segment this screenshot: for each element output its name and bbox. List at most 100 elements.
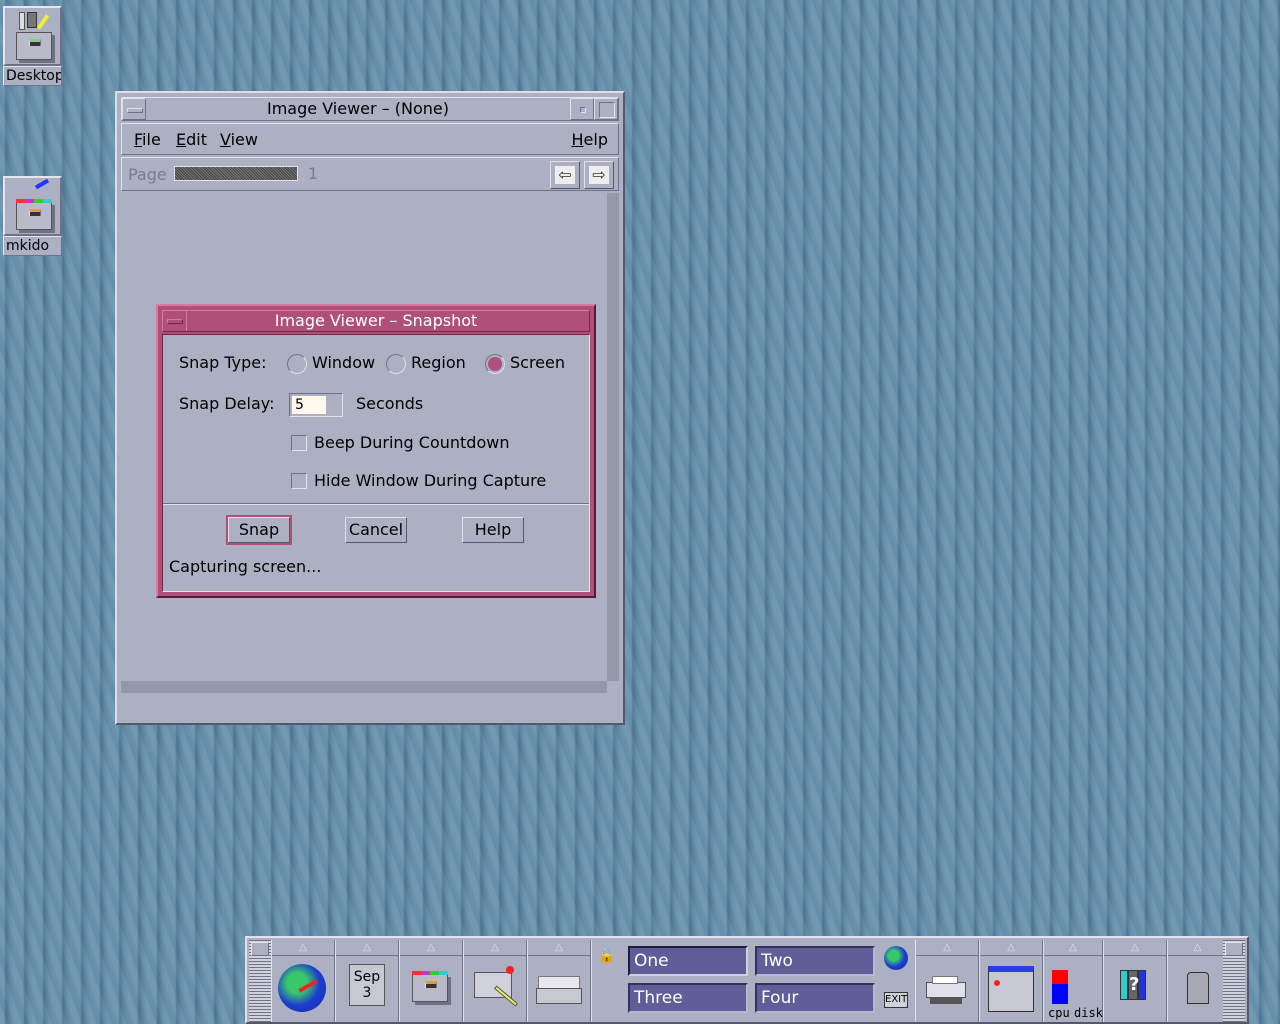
panel-slot-mail: △ <box>527 940 591 1022</box>
separator <box>163 503 589 505</box>
menu-edit[interactable]: Edit <box>176 130 207 149</box>
next-page-button[interactable]: ⇨ <box>584 161 614 189</box>
page-label: Page <box>128 165 167 184</box>
radio-window-label[interactable]: Window <box>312 353 375 372</box>
menu-file[interactable]: File <box>134 130 161 149</box>
subpanel-arrow-icon[interactable]: △ <box>980 940 1042 956</box>
workspace-one-button[interactable]: One <box>628 946 748 976</box>
panel-slot-help: △ ? <box>1103 940 1167 1022</box>
beep-checkbox[interactable] <box>291 435 307 451</box>
panel-drag-handle-right[interactable] <box>1223 940 1245 1022</box>
workspace-switch: 🔒 One Two Three Four EXIT <box>591 940 941 1022</box>
calendar-month: Sep <box>353 969 381 985</box>
folder-icon <box>3 176 62 236</box>
vertical-scrollbar[interactable] <box>607 193 619 681</box>
dialog-title: Image Viewer – Snapshot <box>274 311 478 330</box>
text-editor-icon[interactable] <box>470 964 520 1014</box>
panel-slot-style-manager: △ <box>979 940 1043 1022</box>
page-toolbar: Page 1 ⇦ ⇨ <box>121 157 619 191</box>
menu-help[interactable]: Help <box>572 130 608 149</box>
workspace-two-button[interactable]: Two <box>755 946 875 976</box>
desktop-icon-desktop[interactable]: Desktop <box>3 6 62 86</box>
window-menu-button[interactable] <box>163 311 187 331</box>
arrow-left-icon: ⇦ <box>555 166 575 184</box>
snap-delay-label: Snap Delay: <box>179 394 275 413</box>
clock-globe-icon[interactable] <box>278 964 328 1014</box>
panel-menu-button[interactable] <box>251 942 269 956</box>
dialog-title-bar[interactable]: Image Viewer – Snapshot <box>162 310 590 332</box>
file-manager-icon[interactable] <box>406 964 456 1014</box>
radio-region[interactable] <box>386 354 406 374</box>
desktop-icon-label: mkido <box>3 236 62 256</box>
horizontal-scrollbar[interactable] <box>121 681 607 693</box>
maximize-button[interactable] <box>594 98 618 120</box>
snap-delay-combo[interactable]: ▽ <box>289 393 343 417</box>
panel-drag-handle[interactable] <box>249 940 271 1022</box>
panel-slot-performance-meter: △ cpu disk <box>1043 940 1103 1022</box>
hide-window-checkbox-label[interactable]: Hide Window During Capture <box>314 471 546 490</box>
menu-view[interactable]: View <box>220 130 258 149</box>
workspace-three-button[interactable]: Three <box>628 983 748 1013</box>
subpanel-arrow-icon[interactable]: △ <box>528 940 590 956</box>
window-menu-button[interactable] <box>122 98 146 120</box>
status-message: Capturing screen... <box>169 557 322 576</box>
minimize-button[interactable] <box>570 98 594 120</box>
help-button[interactable]: Help <box>462 517 524 543</box>
cpu-meter-bar <box>1052 970 1068 984</box>
style-manager-icon[interactable] <box>986 964 1036 1014</box>
status-area <box>121 695 619 719</box>
desktop-icon-mkido[interactable]: mkido <box>3 176 62 256</box>
mail-icon[interactable] <box>534 964 584 1014</box>
page-number: 1 <box>308 164 319 183</box>
menu-bar: File Edit View Help <box>121 123 619 155</box>
panel-slot-clock: △ <box>271 940 335 1022</box>
workspace-four-button[interactable]: Four <box>755 983 875 1013</box>
radio-screen-label[interactable]: Screen <box>510 353 565 372</box>
desktop-icon-label: Desktop <box>3 66 62 86</box>
window-title: Image Viewer – (None) <box>267 99 449 118</box>
previous-page-button[interactable]: ⇦ <box>550 161 580 189</box>
subpanel-arrow-icon[interactable]: △ <box>464 940 526 956</box>
radio-window[interactable] <box>287 354 307 374</box>
busy-globe-icon <box>884 946 908 970</box>
snap-button[interactable]: Snap <box>226 515 292 545</box>
panel-minimize-button[interactable] <box>1225 942 1243 956</box>
title-bar[interactable]: Image Viewer – (None) <box>121 97 619 121</box>
disk-meter-bar <box>1052 984 1068 1004</box>
panel-slot-printer: △ <box>915 940 979 1022</box>
panel-slot-text-editor: △ <box>463 940 527 1022</box>
cpu-label: cpu <box>1048 1006 1070 1020</box>
snapshot-dialog: Image Viewer – Snapshot Snap Type: Windo… <box>156 304 596 598</box>
desktop-folder-icon <box>3 6 62 66</box>
beep-checkbox-label[interactable]: Beep During Countdown <box>314 433 509 452</box>
subpanel-arrow-icon[interactable]: △ <box>400 940 462 956</box>
radio-region-label[interactable]: Region <box>411 353 466 372</box>
subpanel-arrow-icon[interactable]: △ <box>1044 940 1102 956</box>
snap-delay-input[interactable] <box>292 396 326 414</box>
dropdown-arrow-icon[interactable]: ▽ <box>326 397 340 413</box>
calendar-day: 3 <box>362 985 372 1001</box>
trash-can-icon[interactable] <box>1173 964 1223 1014</box>
cancel-button[interactable]: Cancel <box>345 517 407 543</box>
front-panel: △ △ Sep 3 △ △ △ 🔒 One Two Three Four EXI… <box>245 936 1249 1024</box>
disk-label: disk <box>1074 1006 1103 1020</box>
panel-slot-calendar: △ Sep 3 <box>335 940 399 1022</box>
snap-delay-unit: Seconds <box>356 394 424 413</box>
help-books-icon[interactable]: ? <box>1110 964 1160 1014</box>
subpanel-arrow-icon[interactable]: △ <box>1104 940 1166 956</box>
arrow-right-icon: ⇨ <box>589 166 609 184</box>
lock-icon[interactable]: 🔒 <box>598 948 615 966</box>
subpanel-arrow-icon[interactable]: △ <box>916 940 978 956</box>
calendar-icon[interactable]: Sep 3 <box>349 964 385 1014</box>
subpanel-arrow-icon[interactable]: △ <box>272 940 334 956</box>
hide-window-checkbox[interactable] <box>291 473 307 489</box>
subpanel-arrow-icon[interactable]: △ <box>1168 940 1227 956</box>
subpanel-arrow-icon[interactable]: △ <box>336 940 398 956</box>
dialog-body: Snap Type: Window Region Screen Snap Del… <box>162 334 590 592</box>
printer-icon[interactable] <box>922 964 972 1014</box>
page-slider[interactable] <box>174 166 298 181</box>
snap-type-label: Snap Type: <box>179 353 267 372</box>
exit-button[interactable]: EXIT <box>884 992 908 1008</box>
radio-screen[interactable] <box>485 354 505 374</box>
panel-slot-trash: △ <box>1167 940 1227 1022</box>
